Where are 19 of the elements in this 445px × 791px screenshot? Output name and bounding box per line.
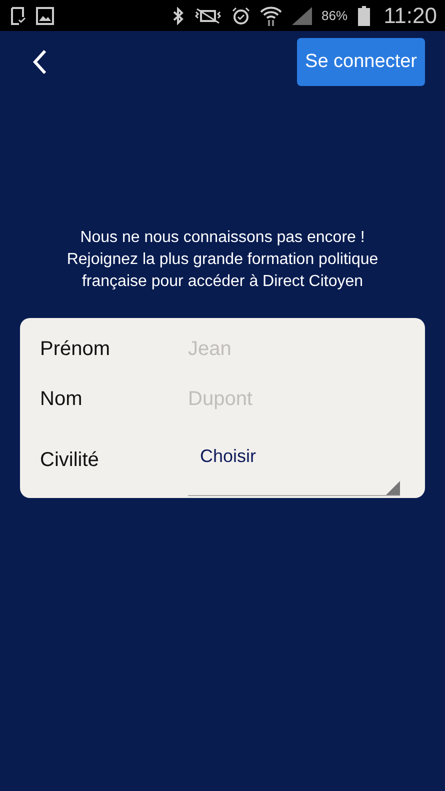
image-icon: [36, 6, 54, 24]
intro-text: française pour accéder à Direct Citoyen: [82, 272, 364, 292]
battery-percent: 86%: [322, 8, 348, 23]
wifi-icon: [260, 6, 282, 26]
field-label: Prénom: [40, 338, 112, 360]
field-label: Nom: [40, 388, 84, 410]
alarm-icon: [232, 6, 250, 24]
vibrate-mute-icon: [194, 6, 222, 24]
signal-icon: [292, 6, 312, 24]
tablet-check-icon: [10, 6, 26, 24]
login-button[interactable]: Se connecter: [297, 38, 425, 86]
dropdown-corner-icon: [386, 481, 400, 495]
intro-text: Rejoignez la plus grande formation politique: [66, 250, 378, 270]
dropdown-field[interactable]: Choisir: [188, 438, 400, 496]
bluetooth-icon: [172, 6, 184, 24]
intro-text: Nous ne nous connaissons pas encore !: [80, 228, 365, 248]
field-label: Civilité: [40, 448, 100, 472]
clock-time: 11:20: [384, 2, 437, 28]
battery-icon: [358, 6, 370, 26]
